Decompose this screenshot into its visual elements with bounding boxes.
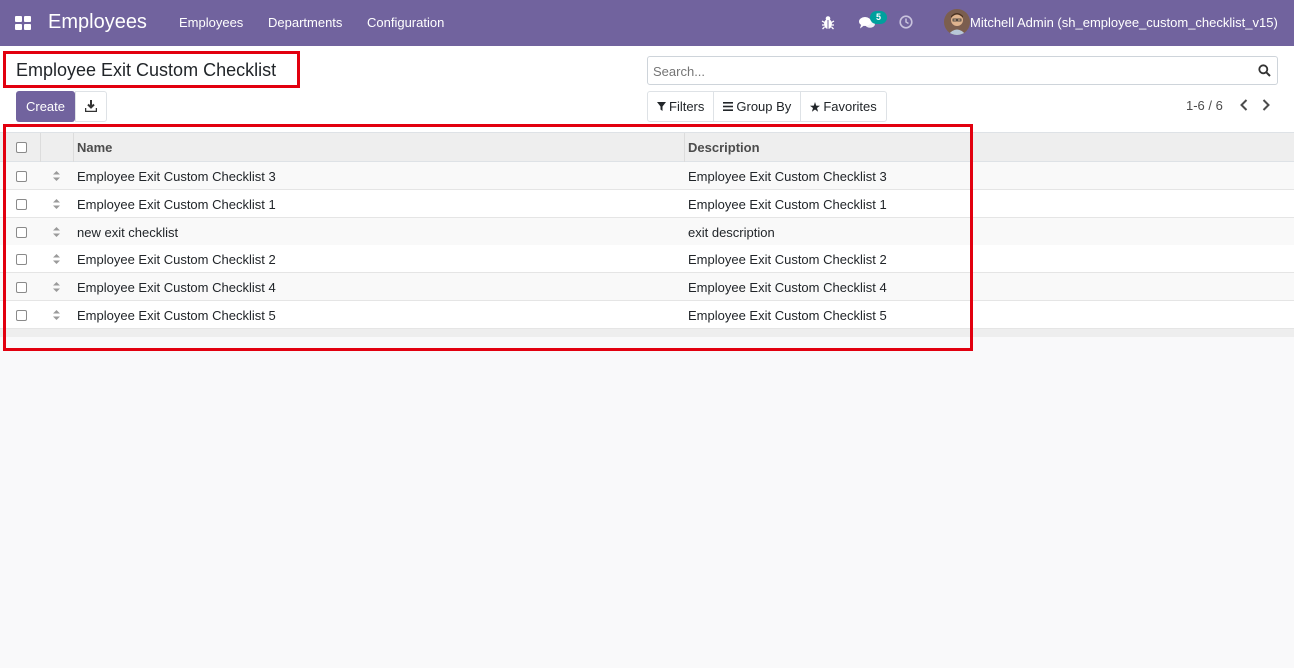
group-by-button[interactable]: Group By xyxy=(714,92,802,121)
cell-name[interactable]: Employee Exit Custom Checklist 5 xyxy=(77,308,276,323)
menu-employees[interactable]: Employees xyxy=(179,15,243,30)
row-checkbox[interactable] xyxy=(16,198,27,210)
pager-value[interactable]: 1-6 / 6 xyxy=(1186,98,1223,113)
filter-icon xyxy=(657,102,666,111)
select-all-checkbox[interactable] xyxy=(16,142,27,153)
column-divider xyxy=(40,133,41,162)
export-button[interactable] xyxy=(75,91,107,122)
control-panel: Employee Exit Custom Checklist Create Fi… xyxy=(0,46,1294,133)
cell-description[interactable]: Employee Exit Custom Checklist 2 xyxy=(688,252,887,267)
cell-description[interactable]: Employee Exit Custom Checklist 1 xyxy=(688,197,887,212)
cell-name[interactable]: Employee Exit Custom Checklist 2 xyxy=(77,252,276,267)
chevron-right-icon[interactable] xyxy=(1260,98,1272,112)
search-options: Filters Group By Favorites xyxy=(647,91,887,122)
filters-label: Filters xyxy=(669,99,705,114)
row-checkbox[interactable] xyxy=(16,282,27,294)
favorites-button[interactable]: Favorites xyxy=(801,92,885,121)
apps-grid-icon[interactable] xyxy=(15,16,31,30)
row-checkbox[interactable] xyxy=(16,310,27,321)
download-icon xyxy=(85,100,97,112)
drag-handle-icon[interactable] xyxy=(52,253,61,265)
avatar[interactable] xyxy=(944,9,970,35)
header-name[interactable]: Name xyxy=(77,140,112,155)
column-divider xyxy=(684,133,685,162)
group-by-label: Group By xyxy=(736,99,792,114)
drag-handle-icon[interactable] xyxy=(52,281,61,293)
cell-description[interactable]: Employee Exit Custom Checklist 4 xyxy=(688,280,887,295)
menu-departments[interactable]: Departments xyxy=(268,15,342,30)
drag-handle-icon[interactable] xyxy=(52,198,61,210)
messages-badge: 5 xyxy=(870,11,887,24)
search-box[interactable] xyxy=(647,56,1278,85)
cell-name[interactable]: new exit checklist xyxy=(77,225,178,240)
cell-name[interactable]: Employee Exit Custom Checklist 1 xyxy=(77,197,276,212)
cell-name[interactable]: Employee Exit Custom Checklist 3 xyxy=(77,169,276,184)
row-checkbox[interactable] xyxy=(16,226,27,238)
bug-icon[interactable] xyxy=(821,15,835,33)
top-navbar: Employees Employees Departments Configur… xyxy=(0,0,1294,46)
cell-description[interactable]: Employee Exit Custom Checklist 3 xyxy=(688,169,887,184)
page-title: Employee Exit Custom Checklist xyxy=(16,60,277,80)
clock-icon[interactable] xyxy=(899,15,913,32)
cell-description[interactable]: Employee Exit Custom Checklist 5 xyxy=(688,308,887,323)
table-row[interactable]: Employee Exit Custom Checklist 1 Employee… xyxy=(0,189,1294,218)
app-brand[interactable]: Employees xyxy=(48,11,147,34)
create-button[interactable]: Create xyxy=(16,91,75,122)
table-row[interactable]: Employee Exit Custom Checklist 3 Employee… xyxy=(0,162,1294,190)
table-row[interactable]: Employee Exit Custom Checklist 4 Employee… xyxy=(0,273,1294,302)
table-row[interactable]: Employee Exit Custom Checklist 5 Employee… xyxy=(0,301,1294,329)
star-icon xyxy=(810,101,821,112)
row-checkbox[interactable] xyxy=(16,171,27,182)
column-divider xyxy=(73,133,74,162)
search-icon[interactable] xyxy=(1258,64,1271,77)
cell-name[interactable]: Employee Exit Custom Checklist 4 xyxy=(77,280,276,295)
table-header: Name Description xyxy=(0,133,1294,162)
cell-description[interactable]: exit description xyxy=(688,225,775,240)
filters-button[interactable]: Filters xyxy=(648,92,715,121)
user-menu[interactable]: Mitchell Admin (sh_employee_custom_check… xyxy=(970,15,1278,30)
search-input[interactable] xyxy=(653,64,1243,79)
table-footer xyxy=(0,329,1294,337)
header-description[interactable]: Description xyxy=(688,140,760,155)
drag-handle-icon[interactable] xyxy=(52,170,61,182)
drag-handle-icon[interactable] xyxy=(52,309,61,321)
row-checkbox[interactable] xyxy=(16,254,27,266)
bars-icon xyxy=(723,102,734,111)
menu-configuration[interactable]: Configuration xyxy=(367,15,444,30)
chevron-left-icon[interactable] xyxy=(1238,98,1250,112)
table-row[interactable]: new exit checklist exit description xyxy=(0,217,1294,246)
drag-handle-icon[interactable] xyxy=(52,226,61,238)
table-row[interactable]: Employee Exit Custom Checklist 2 Employee… xyxy=(0,245,1294,274)
favorites-label: Favorites xyxy=(823,99,877,114)
